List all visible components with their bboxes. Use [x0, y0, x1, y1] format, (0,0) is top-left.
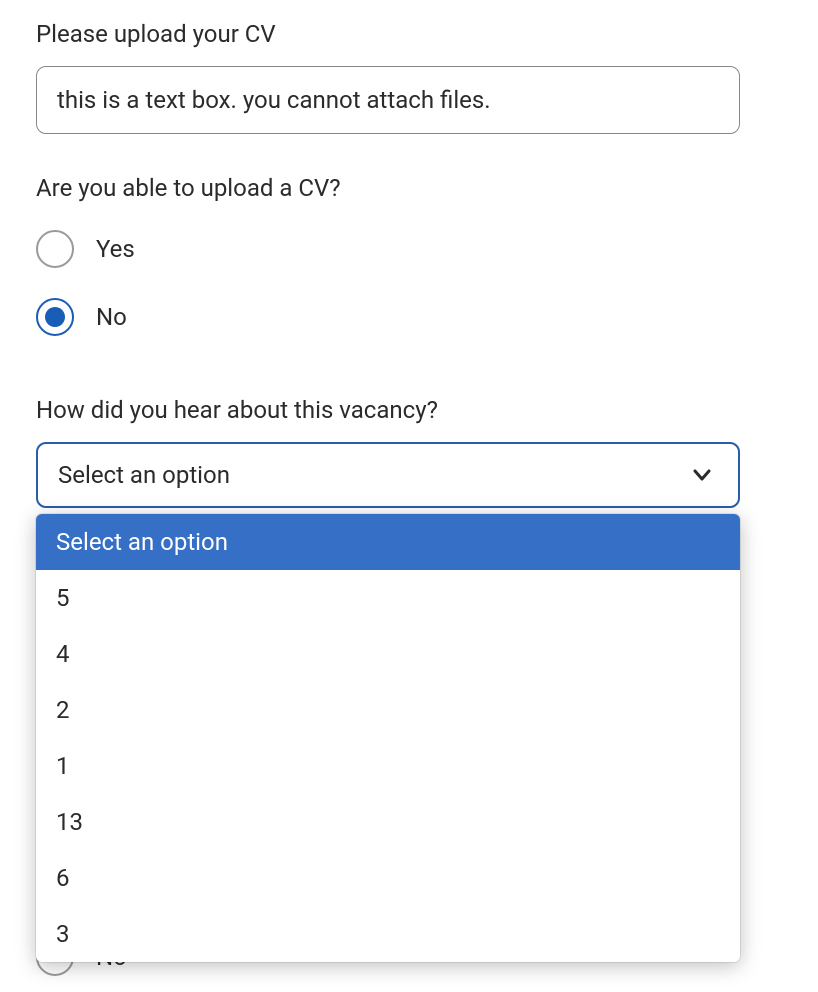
vacancy-source-label: How did you hear about this vacancy?: [36, 396, 782, 424]
radio-circle-selected-icon: [36, 298, 74, 336]
chevron-down-icon: [690, 463, 714, 487]
radio-label-yes: Yes: [96, 235, 135, 263]
dropdown-option-5[interactable]: 5: [36, 570, 740, 626]
dropdown-option-2[interactable]: 2: [36, 682, 740, 738]
cv-upload-group: Please upload your CV: [36, 20, 782, 134]
radio-option-yes[interactable]: Yes: [36, 230, 782, 268]
cv-upload-input[interactable]: [36, 66, 740, 134]
dropdown-option-6[interactable]: 6: [36, 850, 740, 906]
vacancy-source-select[interactable]: Select an option: [36, 442, 740, 508]
radio-dot-icon: [45, 307, 65, 327]
dropdown-option-4[interactable]: 4: [36, 626, 740, 682]
vacancy-source-select-wrapper: Select an option No Select an option 5 4…: [36, 442, 740, 976]
dropdown-option-13[interactable]: 13: [36, 794, 740, 850]
select-value: Select an option: [58, 461, 230, 489]
cv-upload-label: Please upload your CV: [36, 20, 782, 48]
dropdown-option-3[interactable]: 3: [36, 906, 740, 962]
radio-option-no[interactable]: No: [36, 298, 782, 336]
dropdown-option-placeholder[interactable]: Select an option: [36, 514, 740, 570]
able-upload-group: Are you able to upload a CV? Yes No: [36, 174, 782, 336]
radio-label-no: No: [96, 303, 127, 331]
able-upload-label: Are you able to upload a CV?: [36, 174, 782, 202]
radio-circle-icon: [36, 230, 74, 268]
vacancy-source-dropdown: Select an option 5 4 2 1 13 6 3: [36, 514, 740, 962]
dropdown-option-1[interactable]: 1: [36, 738, 740, 794]
vacancy-source-group: How did you hear about this vacancy? Sel…: [36, 396, 782, 976]
able-upload-radio-group: Yes No: [36, 230, 782, 336]
